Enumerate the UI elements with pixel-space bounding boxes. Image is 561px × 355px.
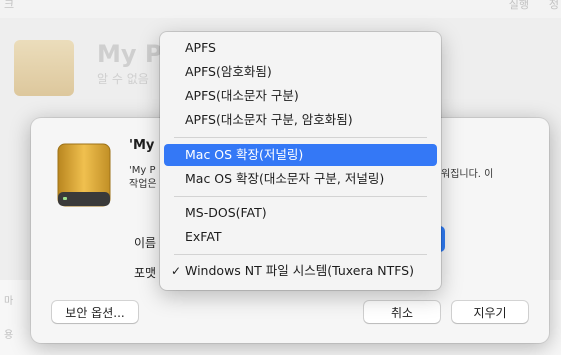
background-toolbar-right-label-2: 정 bbox=[548, 0, 559, 11]
menu-item-ms-dos-fat[interactable]: MS-DOS(FAT) bbox=[164, 202, 437, 224]
background-row-label-2: 용 bbox=[4, 330, 14, 341]
cancel-button[interactable]: 취소 bbox=[364, 301, 440, 323]
security-options-button[interactable]: 보안 옵션... bbox=[52, 301, 138, 323]
format-dropdown-menu: APFS APFS(암호화됨) APFS(대소문자 구분) APFS(대소문자 … bbox=[160, 32, 441, 290]
menu-separator bbox=[174, 196, 427, 197]
menu-item-apfs-encrypted[interactable]: APFS(암호화됨) bbox=[164, 61, 437, 83]
background-drive-icon bbox=[14, 40, 74, 96]
checkmark-icon: ✓ bbox=[171, 264, 182, 278]
menu-item-mac-os-extended-journaled[interactable]: Mac OS 확장(저널링) bbox=[164, 144, 437, 166]
menu-separator bbox=[174, 254, 427, 255]
dialog-description-tail: 워집니다. 이 bbox=[441, 169, 494, 180]
format-label: 포맷 bbox=[134, 266, 157, 280]
dialog-title: 'My I bbox=[129, 138, 164, 153]
menu-item-mac-os-extended-case-sensitive[interactable]: Mac OS 확장(대소문자 구분, 저널링) bbox=[164, 168, 437, 190]
menu-item-apfs-case-sensitive-encrypted[interactable]: APFS(대소문자 구분, 암호화됨) bbox=[164, 109, 437, 131]
background-volume-subtitle: 알 수 없음 bbox=[97, 72, 149, 86]
menu-separator bbox=[174, 137, 427, 138]
background-toolbar-right-label: 실행 bbox=[508, 0, 529, 11]
background-row-label: 마 bbox=[4, 296, 14, 307]
background-toolbar-left-label: 크 bbox=[4, 0, 15, 11]
menu-item-label: Windows NT 파일 시스템(Tuxera NTFS) bbox=[185, 263, 414, 278]
menu-item-exfat[interactable]: ExFAT bbox=[164, 226, 437, 248]
menu-item-windows-ntfs[interactable]: ✓ Windows NT 파일 시스템(Tuxera NTFS) bbox=[164, 260, 437, 282]
menu-item-apfs[interactable]: APFS bbox=[164, 37, 437, 59]
erase-button[interactable]: 지우기 bbox=[452, 301, 528, 323]
background-toolbar: 크 실행 정 bbox=[0, 0, 561, 18]
external-drive-icon bbox=[57, 143, 111, 207]
name-label: 이름 bbox=[134, 236, 157, 250]
menu-item-apfs-case-sensitive[interactable]: APFS(대소문자 구분) bbox=[164, 85, 437, 107]
